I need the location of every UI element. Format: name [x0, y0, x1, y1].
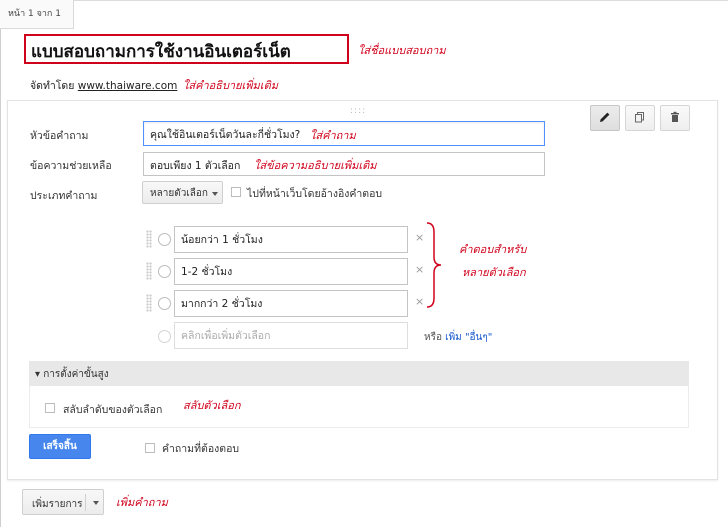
option-drag-grip[interactable] [146, 230, 152, 248]
add-item-button[interactable]: เพิ่มรายการ [22, 489, 104, 515]
pencil-icon [599, 111, 611, 126]
done-button[interactable]: เสร็จสิ้น [29, 434, 91, 459]
required-label: คำถามที่ต้องตอบ [162, 443, 240, 455]
annotation-choices-line1: คำตอบสำหรับ [459, 243, 527, 256]
option-input[interactable]: 1-2 ชั่วโมง [174, 258, 408, 285]
edit-button[interactable] [590, 105, 620, 131]
drag-handle[interactable]: :::: [350, 106, 366, 116]
chevron-down-icon [212, 192, 218, 196]
delete-button[interactable] [660, 105, 690, 131]
trash-icon [669, 111, 681, 126]
advanced-settings-toggle[interactable]: ▾ การตั้งค่าขั้นสูง [29, 361, 689, 386]
form-title[interactable]: แบบสอบถามการใช้งานอินเตอร์เน็ต [24, 34, 349, 64]
question-type-value: หลายตัวเลือก [150, 188, 208, 199]
remove-option-icon[interactable]: × [415, 231, 424, 244]
remove-option-icon[interactable]: × [415, 263, 424, 276]
form-description[interactable]: จัดทำโดย www.thaiware.com [30, 77, 177, 94]
add-other-row: หรือ เพิ่ม "อื่นๆ" [424, 330, 492, 345]
chevron-down-icon[interactable] [93, 501, 99, 505]
page-top-border [74, 0, 728, 1]
question-title-label: หัวข้อคำถาม [30, 130, 89, 142]
option-radio [158, 265, 171, 278]
required-checkbox[interactable] [145, 443, 155, 453]
help-text-label: ข้อความช่วยเหลือ [30, 160, 112, 172]
button-separator [85, 494, 86, 511]
add-item-label: เพิ่มรายการ [32, 499, 83, 510]
annotation-choices-line2: หลายตัวเลือก [462, 266, 526, 279]
remove-option-icon[interactable]: × [415, 295, 424, 308]
go-to-page-checkbox[interactable] [231, 187, 241, 197]
duplicate-button[interactable] [625, 105, 655, 131]
duplicate-icon [634, 111, 646, 126]
byline-link[interactable]: www.thaiware.com [78, 80, 178, 92]
option-radio [158, 233, 171, 246]
add-other-link[interactable]: "อื่นๆ" [465, 332, 492, 343]
annotation-help: ใส่ข้อความอธิบายเพิ่มเติม [254, 159, 377, 172]
annotation-shuffle: สลับตัวเลือก [183, 399, 241, 412]
option-drag-grip[interactable] [146, 262, 152, 280]
or-text: หรือ [424, 332, 442, 343]
shuffle-options-checkbox[interactable] [45, 403, 55, 413]
annotation-add-item: เพิ่มคำถาม [116, 496, 168, 509]
annotation-brace [426, 222, 442, 308]
question-type-select[interactable]: หลายตัวเลือก [142, 181, 223, 204]
option-input[interactable]: มากกว่า 2 ชั่วโมง [174, 290, 408, 317]
shuffle-options-label: สลับลำดับของตัวเลือก [63, 404, 163, 416]
go-to-page-label: ไปที่หน้าเว็บโดยอ้างอิงคำตอบ [247, 188, 383, 200]
question-type-label: ประเภทคำถาม [30, 190, 98, 202]
option-radio-placeholder [158, 330, 171, 343]
add-link[interactable]: เพิ่ม [445, 332, 462, 343]
option-drag-grip[interactable] [146, 294, 152, 312]
page-indicator: หน้า 1 จาก 1 [0, 0, 74, 29]
annotation-description: ใส่คำอธิบายเพิ่มเติม [183, 79, 278, 92]
annotation-title: ใส่ชื่อแบบสอบถาม [358, 44, 446, 57]
page-left-border [0, 0, 1, 527]
add-option-input[interactable]: คลิกเพื่อเพิ่มตัวเลือก [174, 322, 408, 349]
option-input[interactable]: น้อยกว่า 1 ชั่วโมง [174, 226, 408, 253]
annotation-question: ใส่คำถาม [310, 129, 356, 142]
byline-prefix: จัดทำโดย [30, 80, 78, 92]
option-radio [158, 297, 171, 310]
